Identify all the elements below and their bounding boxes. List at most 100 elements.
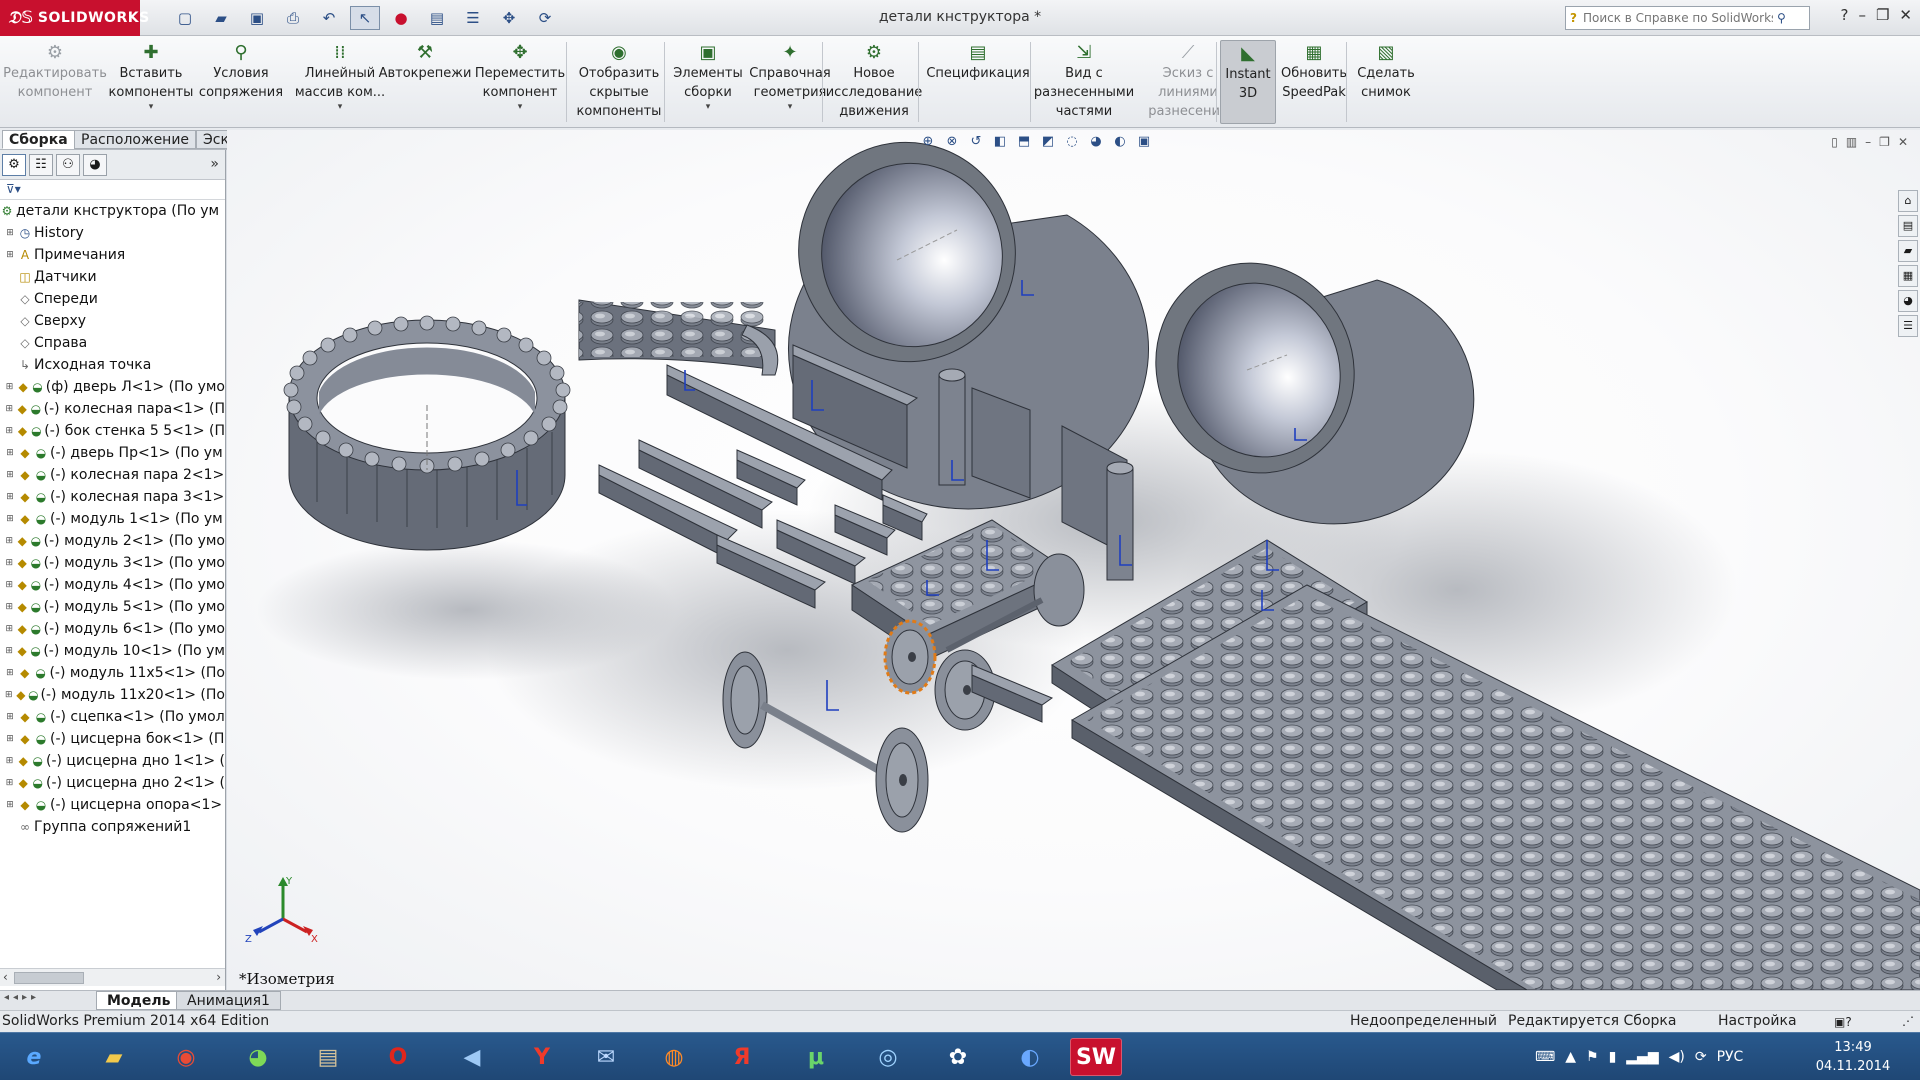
- viewport-two-icon[interactable]: ▥: [1846, 135, 1857, 149]
- rebuild-icon[interactable]: ⟳: [530, 6, 560, 30]
- view-palette-icon[interactable]: ▦: [1898, 265, 1918, 287]
- ribbon-button-5[interactable]: ✥ Переместить компонент ▾: [472, 40, 568, 124]
- help-menu-icon[interactable]: ?: [1841, 6, 1849, 24]
- tree-item[interactable]: ◇ Спереди: [0, 288, 225, 310]
- panel-horizontal-scrollbar[interactable]: ‹ ›: [0, 968, 225, 986]
- action-center-icon[interactable]: ⚑: [1586, 1049, 1599, 1065]
- tree-item[interactable]: ◇ Сверху: [0, 310, 225, 332]
- bottom-tab-1[interactable]: Анимация1: [176, 991, 281, 1010]
- keyboard-icon[interactable]: ⌨: [1535, 1049, 1555, 1065]
- expand-toggle-icon[interactable]: ⊞: [4, 684, 14, 706]
- solidworks-logo[interactable]: 𝔇𝕊 SOLIDWORKS: [0, 0, 149, 36]
- ribbon-button-3[interactable]: ⁞⁞ Линейный массив ком... ▾: [290, 40, 390, 124]
- viewport-close-icon[interactable]: ✕: [1898, 135, 1908, 149]
- clock[interactable]: 13:49 04.11.2014: [1808, 1038, 1898, 1076]
- display-manager-tab-icon[interactable]: ◕: [83, 154, 107, 176]
- panel-expand-icon[interactable]: »: [210, 156, 219, 172]
- tree-item[interactable]: ⊞ ◷ History: [0, 222, 225, 244]
- configuration-manager-tab-icon[interactable]: ⚇: [56, 154, 80, 176]
- language-indicator[interactable]: РУС: [1717, 1049, 1744, 1065]
- close-icon[interactable]: ✕: [1899, 6, 1912, 24]
- resize-grip-icon[interactable]: ⋰: [1902, 1011, 1914, 1032]
- tree-item[interactable]: ⊞ ◆ ◒ (-) модуль 5<1> (По умо: [0, 596, 225, 618]
- tree-item[interactable]: ⊞ ◆ ◒ (-) колесная пара 2<1>: [0, 464, 225, 486]
- options-icon[interactable]: ☰: [458, 6, 488, 30]
- expand-toggle-icon[interactable]: ⊞: [4, 706, 16, 728]
- expand-toggle-icon[interactable]: ⊞: [4, 662, 16, 684]
- utorrent-icon[interactable]: μ: [790, 1038, 842, 1076]
- tank-ring-part[interactable]: [283, 315, 571, 551]
- tree-item[interactable]: ⊞ A Примечания: [0, 244, 225, 266]
- chrome-icon[interactable]: ◉: [160, 1038, 212, 1076]
- hide-show-items-icon[interactable]: ◌: [1063, 134, 1081, 149]
- expand-toggle-icon[interactable]: ⊞: [4, 376, 15, 398]
- expand-toggle-icon[interactable]: ⊞: [4, 750, 15, 772]
- undo-icon[interactable]: ↶: [314, 6, 344, 30]
- zoom-area-icon[interactable]: ⊗: [943, 134, 961, 149]
- colorful-app-icon[interactable]: ◕: [232, 1038, 284, 1076]
- edit-appearance-icon[interactable]: ◕: [1087, 134, 1105, 149]
- expand-toggle-icon[interactable]: ⊞: [4, 486, 16, 508]
- tree-item[interactable]: ⊞ ◆ ◒ (-) бок стенка 5 5<1> (П: [0, 420, 226, 442]
- print-icon[interactable]: ⎙: [278, 6, 308, 30]
- select-pointer-icon[interactable]: ↖: [350, 6, 380, 30]
- appearances-icon[interactable]: ◕: [1898, 290, 1918, 312]
- opera-icon[interactable]: O: [372, 1038, 424, 1076]
- tree-item[interactable]: ⊞ ◆ ◒ (-) дверь Пр<1> (По ум: [0, 442, 225, 464]
- solidworks-resources-icon[interactable]: ⌂: [1898, 190, 1918, 212]
- expand-toggle-icon[interactable]: ⊞: [4, 596, 14, 618]
- tree-item[interactable]: ⊞ ◆ ◒ (-) модуль 2<1> (По умо: [0, 530, 225, 552]
- expand-toggle-icon[interactable]: ⊞: [4, 772, 15, 794]
- search-icon[interactable]: ⚲: [1777, 11, 1786, 25]
- internet-explorer-icon[interactable]: e: [8, 1038, 60, 1076]
- file-explorer-taskbar-icon[interactable]: ▰: [88, 1038, 140, 1076]
- volume-app-icon[interactable]: ◀: [446, 1038, 498, 1076]
- tree-item[interactable]: ⊞ ◆ ◒ (-) модуль 3<1> (По умо: [0, 552, 225, 574]
- ribbon-button-6[interactable]: ◉ Отобразить скрытые компоненты: [570, 40, 668, 124]
- tab-navigation-icon[interactable]: ◂◂▸▸: [4, 992, 40, 1003]
- previous-view-icon[interactable]: ↺: [967, 134, 985, 149]
- ribbon-button-2[interactable]: ⚲ Условия сопряжения: [198, 40, 284, 124]
- design-library-icon[interactable]: ▤: [1898, 215, 1918, 237]
- display-style-icon[interactable]: ◩: [1039, 134, 1057, 149]
- expand-toggle-icon[interactable]: ⊞: [4, 222, 16, 244]
- expand-toggle-icon[interactable]: ⊞: [4, 244, 16, 266]
- mail-icon[interactable]: ✉: [580, 1038, 632, 1076]
- network-signal-icon[interactable]: ▂▄▆: [1626, 1049, 1658, 1065]
- tree-item[interactable]: ⊞ ◆ ◒ (-) цисцерна бок<1> (П: [0, 728, 225, 750]
- tree-item[interactable]: ↳ Исходная точка: [0, 354, 225, 376]
- expand-toggle-icon[interactable]: ⊞: [4, 794, 16, 816]
- tree-item[interactable]: ⊞ ◆ ◒ (-) сцепка<1> (По умол: [0, 706, 225, 728]
- ribbon-button-15[interactable]: ▧ Сделать снимок: [1350, 40, 1422, 124]
- tree-item[interactable]: ⊞ ◆ ◒ (-) модуль 6<1> (По умо: [0, 618, 225, 640]
- tree-item[interactable]: ⊞ ◆ ◒ (-) модуль 1<1> (По ум: [0, 508, 225, 530]
- file-properties-icon[interactable]: ▤: [422, 6, 452, 30]
- ribbon-button-13[interactable]: ◣ Instant 3D: [1220, 40, 1276, 124]
- scroll-left-icon[interactable]: ‹: [3, 970, 8, 984]
- help-search-box[interactable]: ? ⚲: [1565, 6, 1810, 30]
- expand-toggle-icon[interactable]: ⊞: [4, 574, 14, 596]
- viewport-minimize-icon[interactable]: –: [1865, 135, 1871, 149]
- dropdown-arrow-icon[interactable]: ▾: [788, 102, 793, 112]
- property-manager-tab-icon[interactable]: ☷: [29, 154, 53, 176]
- scroll-right-icon[interactable]: ›: [216, 970, 221, 984]
- sync-icon[interactable]: ⟳: [1695, 1049, 1707, 1065]
- open-folder-icon[interactable]: ▰: [206, 6, 236, 30]
- tree-item[interactable]: ⊞ ◆ ◒ (-) колесная пара 3<1>: [0, 486, 225, 508]
- viewport-restore-icon[interactable]: ❐: [1879, 135, 1890, 149]
- new-document-icon[interactable]: ▢: [170, 6, 200, 30]
- apply-scene-icon[interactable]: ◐: [1111, 134, 1129, 149]
- bottom-tab-0[interactable]: Модель: [96, 991, 182, 1010]
- expand-toggle-icon[interactable]: ⊞: [4, 464, 16, 486]
- expand-toggle-icon[interactable]: ⊞: [4, 442, 16, 464]
- scroll-thumb[interactable]: [14, 972, 84, 984]
- expand-toggle-icon[interactable]: ⊞: [4, 398, 14, 420]
- restore-icon[interactable]: ❐: [1876, 6, 1889, 24]
- status-settings-button[interactable]: Настройка: [1718, 1011, 1797, 1032]
- ribbon-button-7[interactable]: ▣ Элементы сборки ▾: [668, 40, 748, 124]
- expand-toggle-icon[interactable]: ⊞: [4, 552, 14, 574]
- expand-toggle-icon[interactable]: ⊞: [4, 618, 14, 640]
- expand-toggle-icon[interactable]: ⊞: [4, 420, 15, 442]
- expand-toggle-icon[interactable]: ⊞: [4, 508, 16, 530]
- expand-toggle-icon[interactable]: ⊞: [4, 640, 14, 662]
